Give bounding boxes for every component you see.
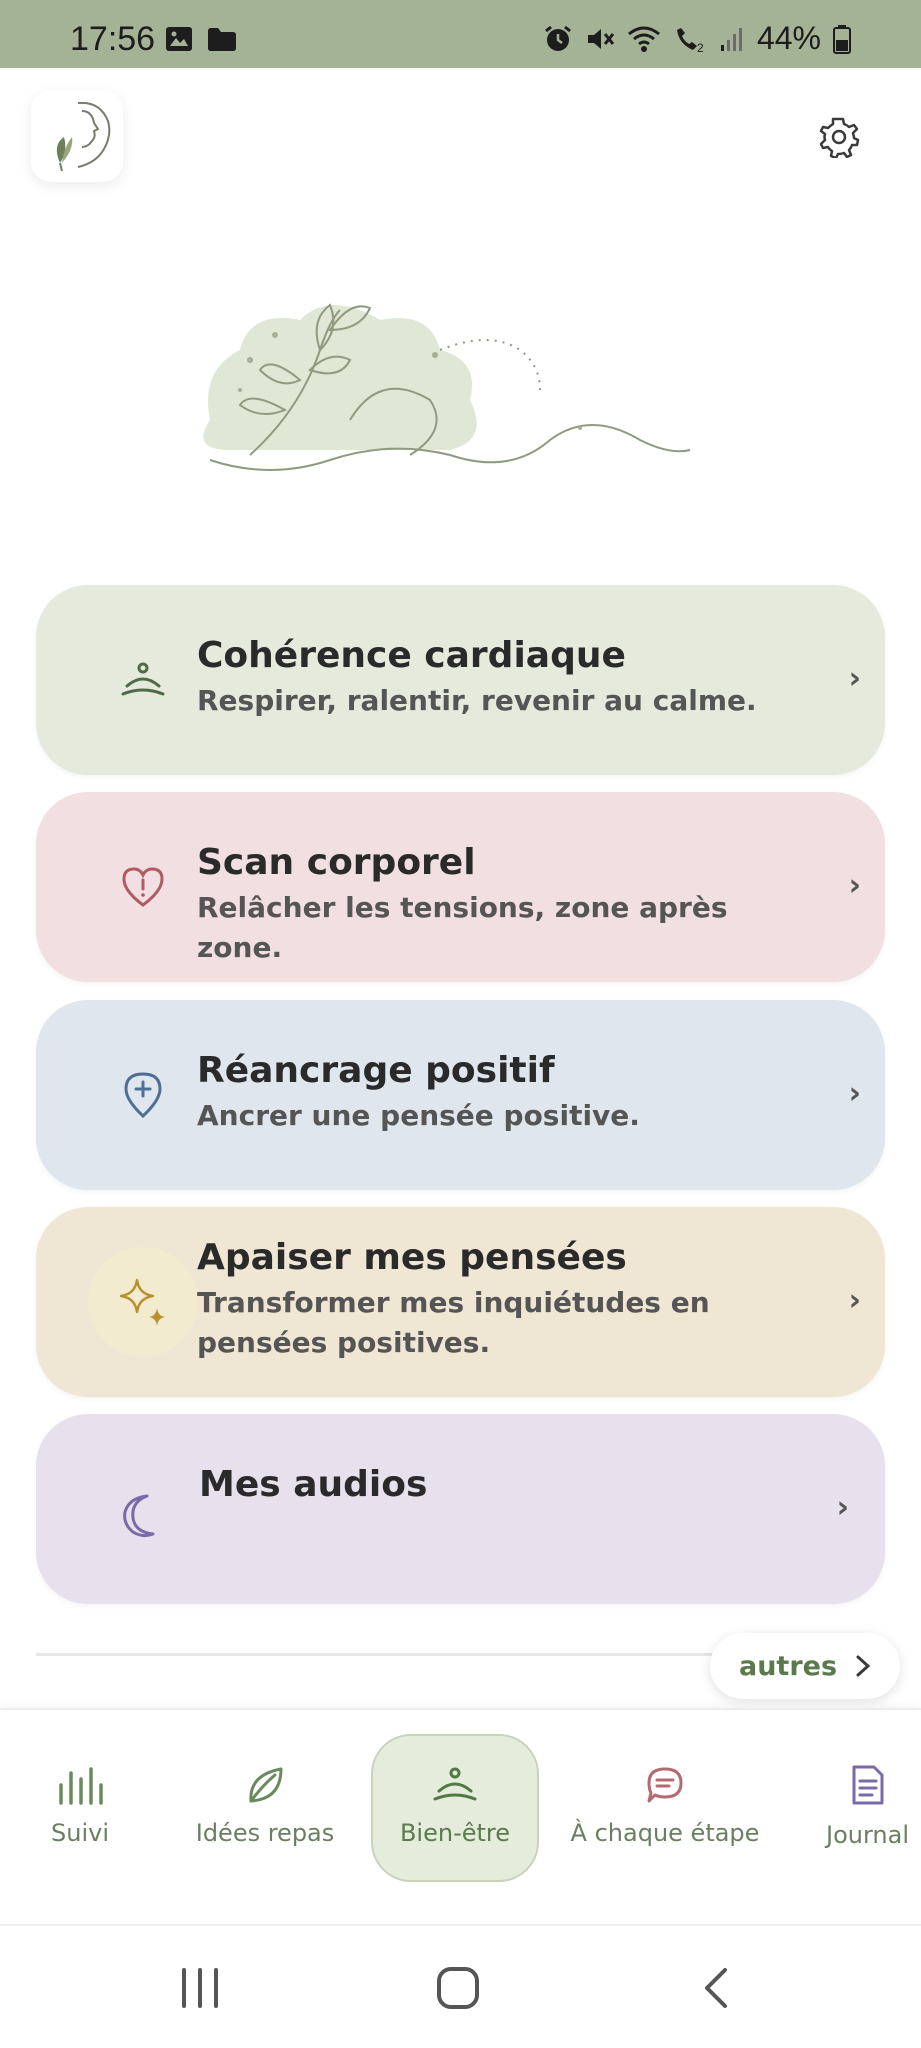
card-subtitle: Respirer, ralentir, revenir au calme.	[197, 684, 757, 717]
divider	[36, 1653, 726, 1656]
card-title: Mes audios	[199, 1464, 428, 1505]
nav-item-a-chaque-etape[interactable]: À chaque étape	[565, 1710, 765, 1902]
pin-plus-icon	[124, 1072, 162, 1119]
image-icon	[166, 27, 192, 51]
alarm-icon	[545, 25, 571, 51]
card-subtitle: Ancrer une pensée positive.	[197, 1099, 640, 1132]
back-button[interactable]	[686, 1958, 746, 2018]
nav-item-bien-etre[interactable]: Bien-être	[371, 1710, 539, 1902]
nav-label: Suivi	[51, 1819, 109, 1847]
heart-icon	[122, 867, 164, 907]
nav-item-journal[interactable]: Journal	[810, 1710, 921, 1902]
nav-item-idees-repas[interactable]: Idées repas	[180, 1710, 350, 1902]
chevron-right-icon: ›	[848, 661, 861, 696]
card-coherence-cardiaque[interactable]: Cohérence cardiaque Respirer, ralentir, …	[36, 585, 885, 775]
card-title: Réancrage positif	[197, 1050, 555, 1091]
card-scan-corporel[interactable]: Scan corporel Relâcher les tensions, zon…	[36, 792, 885, 982]
chat-bubble-icon	[647, 1767, 683, 1803]
home-icon	[437, 1967, 479, 2009]
autres-button[interactable]: autres	[710, 1633, 900, 1699]
chevron-right-icon: ›	[836, 1490, 849, 1525]
status-right: 2 44%	[543, 20, 851, 57]
bottom-nav: Suivi Idées repas Bien-être À chaque éta…	[0, 1708, 921, 1900]
card-subtitle: Relâcher les tensions, zone après zone.	[197, 891, 728, 964]
face-leaf-logo-icon	[56, 101, 111, 172]
system-nav-bar	[0, 1924, 921, 2048]
gear-icon	[819, 117, 860, 158]
leaf-icon	[249, 1767, 283, 1803]
meditation-icon	[433, 1767, 477, 1801]
wifi-icon	[628, 26, 660, 52]
back-icon	[705, 1968, 727, 2008]
card-icon-wrap	[88, 1460, 198, 1570]
meditation-icon	[121, 662, 165, 696]
hero-illustration	[190, 290, 710, 510]
nav-label: Journal	[825, 1821, 909, 1849]
battery-icon	[833, 24, 851, 54]
battery-percent: 44%	[756, 20, 821, 56]
card-icon-wrap	[88, 832, 198, 942]
recent-apps-icon	[182, 1968, 218, 2008]
card-title: Apaiser mes pensées	[197, 1237, 627, 1278]
bar-chart-icon	[59, 1767, 103, 1805]
card-reancrage-positif[interactable]: Réancrage positif Ancrer une pensée posi…	[36, 1000, 885, 1190]
autres-label: autres	[738, 1650, 838, 1682]
card-title: Scan corporel	[197, 842, 476, 883]
nav-label: Idées repas	[195, 1819, 335, 1847]
home-button[interactable]	[428, 1958, 488, 2018]
chevron-right-icon: ›	[848, 1076, 861, 1111]
wifi-call-icon: 2	[676, 27, 704, 54]
nav-item-suivi[interactable]: Suivi	[30, 1710, 130, 1902]
recent-apps-button[interactable]	[170, 1958, 230, 2018]
chevron-right-icon: ›	[848, 868, 861, 903]
nav-label: Bien-être	[399, 1819, 511, 1847]
settings-button[interactable]	[810, 108, 868, 166]
mute-icon	[587, 28, 615, 49]
card-icon-wrap	[88, 625, 198, 735]
card-mes-audios[interactable]: Mes audios ›	[36, 1414, 885, 1604]
svg-text:2: 2	[697, 41, 704, 54]
folder-icon	[208, 28, 236, 51]
status-left-icons	[165, 26, 237, 52]
card-subtitle: Transformer mes inquiétudes en pensées p…	[197, 1286, 710, 1359]
chevron-right-icon	[856, 1655, 871, 1677]
moon-icon	[123, 1494, 155, 1538]
status-time: 17:56	[70, 20, 156, 58]
chevron-right-icon: ›	[848, 1283, 861, 1318]
card-icon-wrap	[88, 1040, 198, 1150]
card-apaiser-mes-pensees[interactable]: Apaiser mes pensées Transformer mes inqu…	[36, 1207, 885, 1397]
signal-icon	[720, 27, 742, 51]
nav-label: À chaque étape	[570, 1819, 760, 1847]
status-bar: 17:56 2 44%	[0, 0, 921, 68]
card-title: Cohérence cardiaque	[197, 635, 626, 676]
app-logo[interactable]	[31, 90, 123, 182]
sparkle-icon	[119, 1278, 165, 1326]
document-icon	[852, 1765, 883, 1805]
card-icon-wrap	[88, 1247, 198, 1357]
plant-cloud-illustration	[203, 303, 691, 471]
